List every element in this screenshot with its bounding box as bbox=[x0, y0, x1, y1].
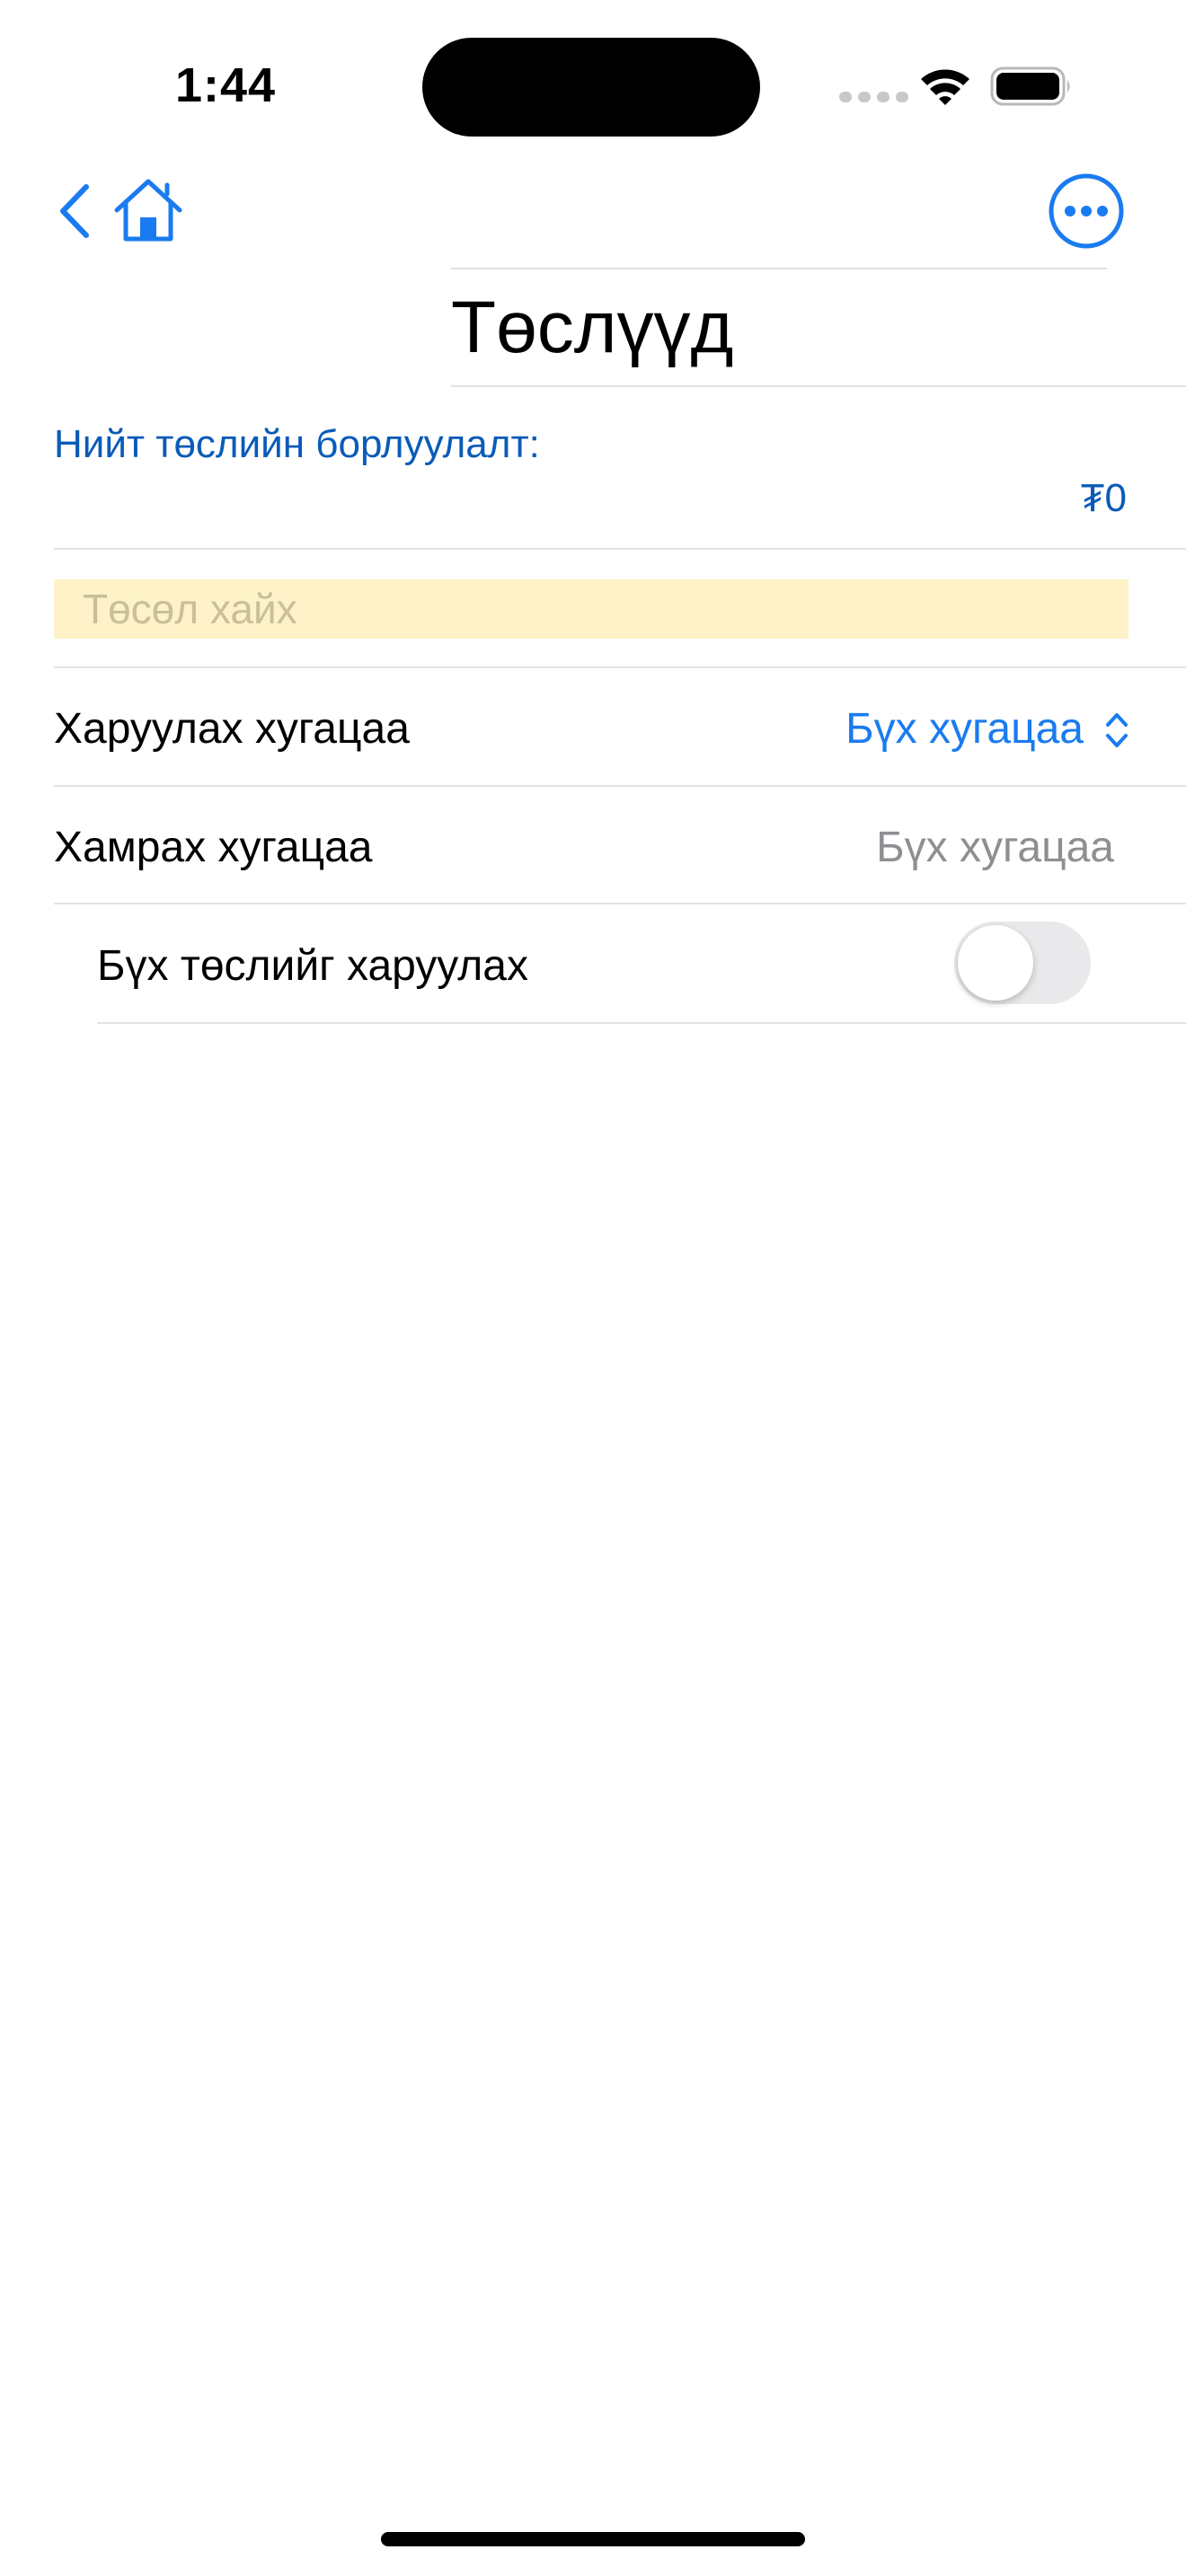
chevron-up-down-icon[interactable] bbox=[1105, 710, 1128, 751]
house-icon[interactable] bbox=[111, 176, 185, 243]
coverage-period-label: Хамрах хугацаа bbox=[54, 824, 373, 871]
display-period-divider bbox=[54, 785, 1186, 787]
ellipsis-circle-icon[interactable] bbox=[1048, 172, 1125, 250]
title-top-divider bbox=[451, 268, 1107, 269]
coverage-period-value[interactable]: Бүх хугацаа bbox=[876, 823, 1114, 872]
search-divider bbox=[54, 666, 1186, 668]
cellular-signal-icon bbox=[839, 92, 908, 102]
display-period-picker-value[interactable]: Бүх хугацаа bbox=[845, 704, 1084, 754]
battery-icon bbox=[990, 66, 1070, 106]
status-time: 1:44 bbox=[175, 58, 277, 112]
page-title: Төслүүд bbox=[451, 287, 734, 368]
show-all-projects-toggle[interactable] bbox=[954, 922, 1091, 1004]
summary-divider bbox=[54, 548, 1186, 550]
dynamic-island bbox=[422, 38, 760, 137]
show-all-divider bbox=[97, 1022, 1186, 1024]
display-period-label: Харуулах хугацаа bbox=[54, 705, 410, 753]
total-sales-value: ₮0 bbox=[1080, 476, 1127, 520]
wifi-icon bbox=[921, 69, 969, 105]
show-all-projects-label: Бүх төслийг харуулах bbox=[97, 942, 528, 990]
coverage-period-divider bbox=[54, 903, 1186, 904]
display-period-row[interactable]: Харуулах хугацаа Бүх хугацаа bbox=[54, 690, 1132, 765]
toggle-knob bbox=[958, 925, 1033, 1001]
total-sales-label: Нийт төслийн борлуулалт: bbox=[54, 422, 540, 466]
project-search-input[interactable] bbox=[54, 579, 1128, 639]
home-indicator[interactable] bbox=[381, 2532, 805, 2546]
coverage-period-row[interactable]: Хамрах хугацаа Бүх хугацаа bbox=[54, 808, 1132, 884]
title-bottom-divider bbox=[451, 385, 1186, 387]
chevron-left-icon[interactable] bbox=[52, 180, 99, 243]
